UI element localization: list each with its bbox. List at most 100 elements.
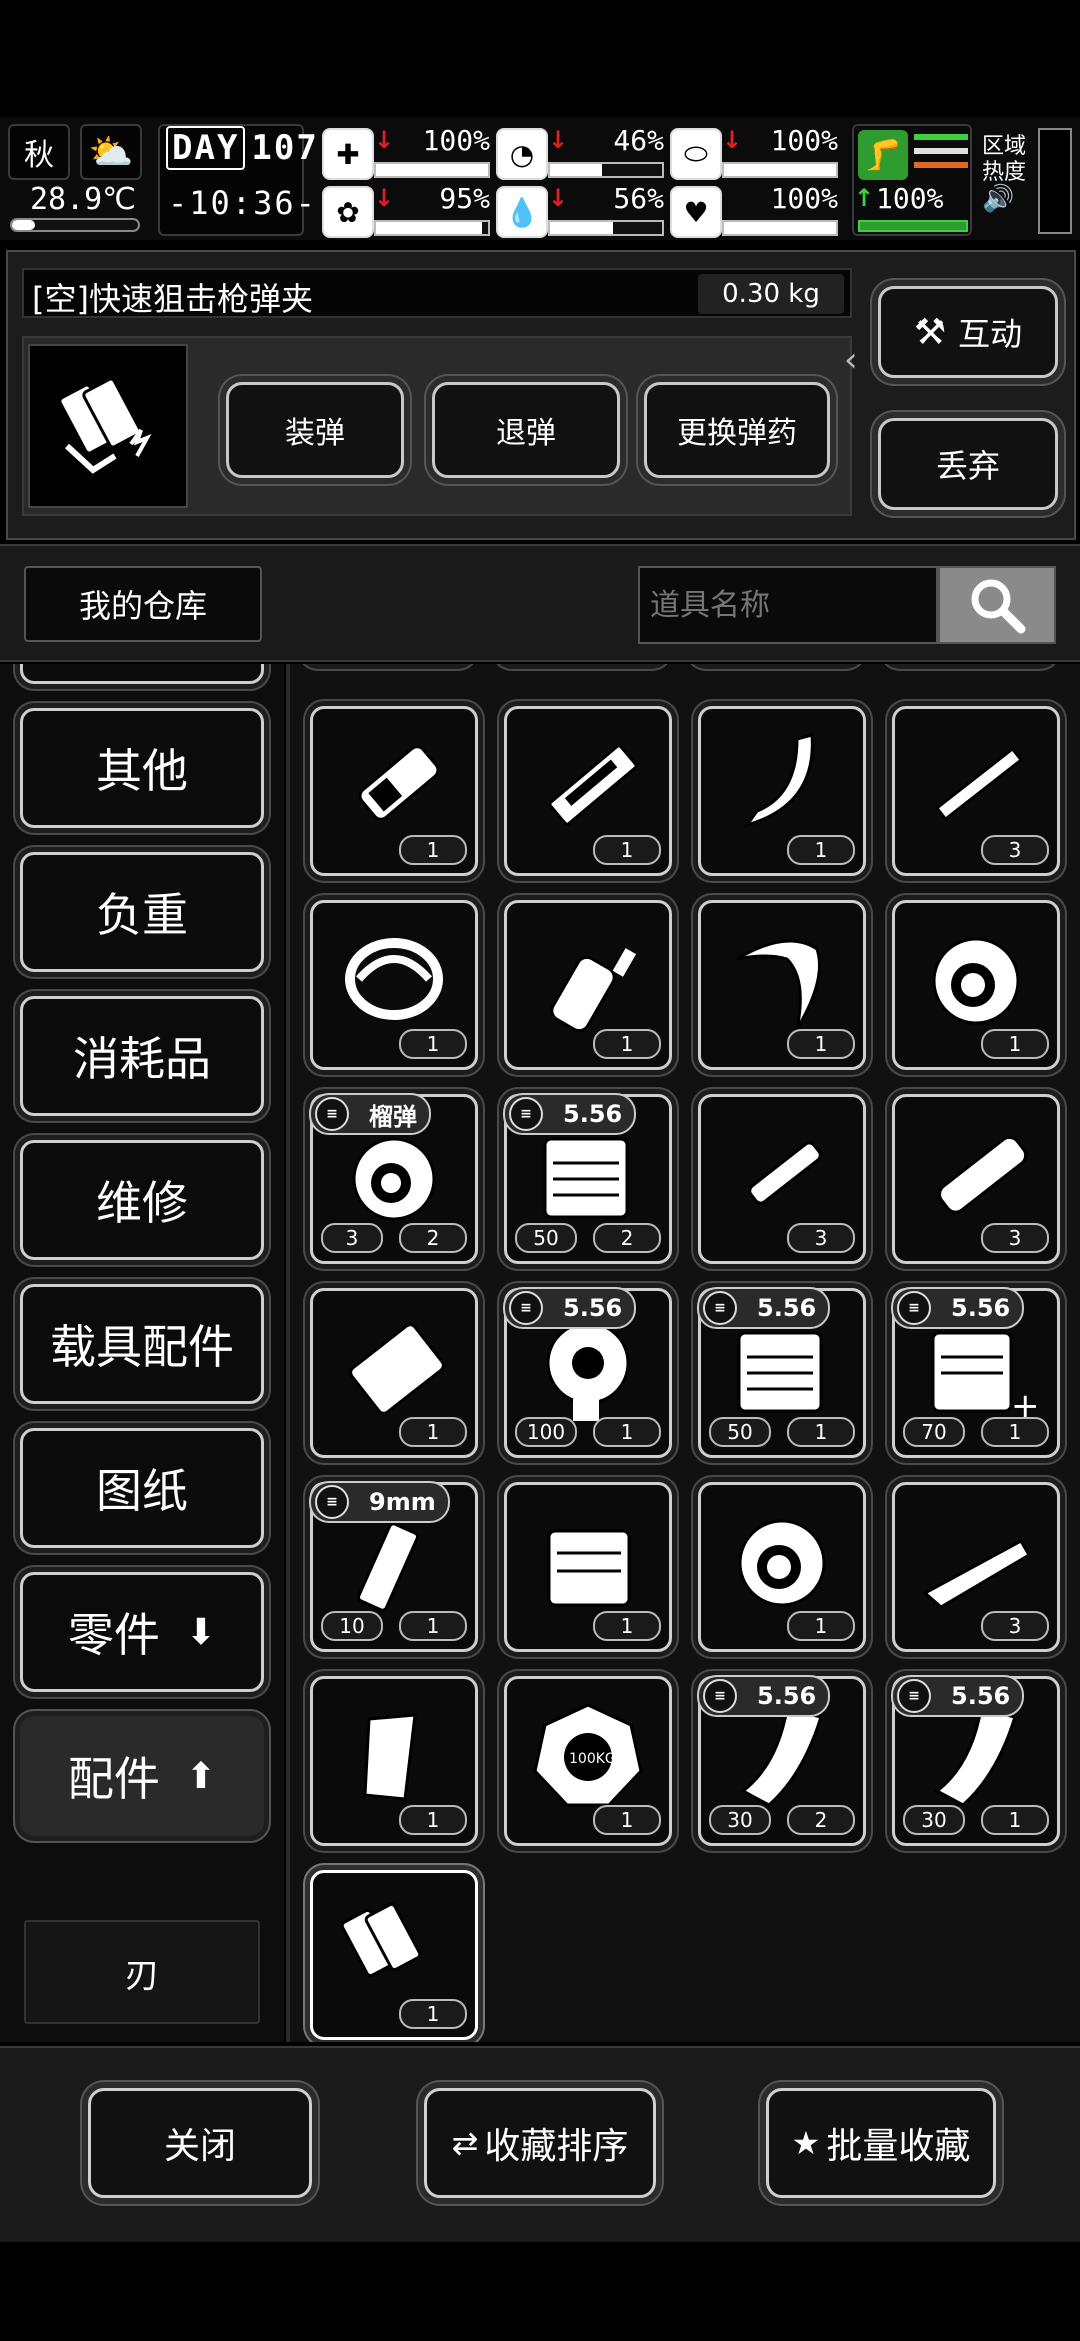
inventory-slot[interactable]: 1 — [504, 900, 672, 1070]
item-search-input[interactable] — [638, 566, 938, 644]
item-name: [空]快速狙击枪弹夹 — [32, 280, 313, 318]
inventory-slot[interactable]: ≡ 5.56 100 1 — [503, 1287, 672, 1458]
stomach-icon: ◔ — [496, 128, 548, 180]
speaker-icon[interactable]: 🔊 — [982, 186, 1026, 212]
unload-ammo-button[interactable]: 退弹 — [432, 382, 620, 478]
leg-status: 🦵 ↑ 100% — [852, 124, 972, 236]
day-number: 107 — [251, 128, 319, 168]
inventory-slot[interactable]: ≡ 5.56 30 2 — [697, 1675, 866, 1846]
category-0[interactable]: 负重品 — [20, 664, 264, 684]
swap-arrows-icon: ⇄ — [451, 2124, 479, 2162]
category-blade[interactable]: 刃 — [24, 1920, 260, 2024]
vital-bar — [722, 220, 838, 236]
load-ammo-button[interactable]: 装弹 — [226, 382, 404, 478]
category-label: 载具配件 — [50, 1320, 234, 1374]
inventory-slot[interactable]: 3 — [892, 706, 1060, 876]
chevron-left-icon[interactable]: ‹ — [844, 340, 858, 380]
inventory-slot[interactable]: 100KG 1 — [504, 1676, 672, 1846]
category-3[interactable]: 消耗品 — [20, 996, 264, 1116]
inventory-slot[interactable]: ≡ 9mm 10 1 — [309, 1481, 478, 1652]
my-warehouse-tab[interactable]: 我的仓库 — [24, 566, 262, 642]
leg-icon: 🦵 — [858, 130, 908, 180]
item-detail-panel: [空]快速狙击枪弹夹 0.30 kg 装弹 退弹 更换弹药 ‹ ⚒ 互动 丢弃 — [6, 250, 1076, 540]
quantity-badge: 2 — [399, 1223, 467, 1253]
inventory-slot[interactable]: ≡ 5.56 50 1 — [697, 1287, 866, 1458]
zone-heat-label: 区域 热度 🔊 — [982, 134, 1026, 212]
drop-button[interactable]: 丢弃 — [878, 418, 1058, 510]
category-7[interactable]: 零件 ⬇ — [20, 1572, 264, 1692]
vital-percent: 100% — [770, 124, 838, 157]
bottom-action-bar: 关闭 ⇄ 收藏排序 ★ 批量收藏 — [0, 2046, 1080, 2242]
category-2[interactable]: 负重 — [20, 852, 264, 972]
svg-text:100KG: 100KG — [569, 1751, 616, 1767]
inventory-slot[interactable]: ≡ 榴弹 3 2 — [309, 1093, 478, 1264]
inventory-slot[interactable]: ≡ 5.56 50 2 — [503, 1093, 672, 1264]
swap-ammo-button[interactable]: 更换弹药 — [644, 382, 830, 478]
inventory-slot[interactable]: 1 — [698, 900, 866, 1070]
inventory-slot[interactable]: 1 — [310, 1288, 478, 1458]
ammo-count-badge: 50 — [709, 1417, 771, 1447]
weather-icon: ⛅ — [80, 124, 142, 180]
inventory-slot[interactable]: 1 — [310, 1870, 478, 2040]
inventory-slot[interactable]: 3 — [892, 1094, 1060, 1264]
vital-stat: ♥ 100% — [670, 182, 840, 238]
inventory-slot[interactable]: 1 — [698, 1482, 866, 1652]
ammo-count-badge: 3 — [321, 1223, 383, 1253]
batch-favorite-button[interactable]: ★ 批量收藏 — [766, 2088, 996, 2198]
drum-part-icon — [911, 919, 1041, 1037]
wood-stock-icon — [911, 1501, 1041, 1619]
leg-bar — [858, 220, 968, 232]
category-5[interactable]: 载具配件 — [20, 1284, 264, 1404]
heat-label-line1: 区域 — [982, 134, 1027, 159]
caliber-label: 5.56 — [757, 1294, 817, 1322]
ammo-type-icon: ≡ — [315, 1097, 349, 1131]
vital-percent: 100% — [422, 124, 490, 157]
vital-trend-arrow: ↓ — [722, 126, 743, 154]
caliber-label: 5.56 — [951, 1294, 1011, 1322]
barrel-short-icon — [717, 1113, 847, 1231]
inventory-slot[interactable]: 1 — [310, 706, 478, 876]
caliber-badge: ≡ 9mm — [309, 1481, 450, 1523]
inventory-slot[interactable]: + ≡ 5.56 70 1 — [891, 1287, 1060, 1458]
arrow-down-icon: ⬇ — [185, 1611, 217, 1653]
category-4[interactable]: 维修 — [20, 1140, 264, 1260]
quantity-badge: 1 — [787, 835, 855, 865]
inventory-slot[interactable]: 1 — [504, 1482, 672, 1652]
inventory-slot[interactable]: ≡ 5.56 30 1 — [891, 1675, 1060, 1846]
quantity-badge: 2 — [593, 1223, 661, 1253]
inventory-slot[interactable]: 1 — [310, 1676, 478, 1846]
category-1[interactable]: 其他 — [20, 708, 264, 828]
helmet-shell-icon — [329, 919, 459, 1037]
caliber-badge: ≡ 5.56 — [697, 1287, 831, 1329]
caliber-label: 5.56 — [563, 1100, 623, 1128]
category-6[interactable]: 图纸 — [20, 1428, 264, 1548]
caliber-label: 5.56 — [563, 1294, 623, 1322]
zone-heat-bar — [1038, 128, 1072, 234]
caliber-badge: ≡ 5.56 — [503, 1093, 637, 1135]
close-button[interactable]: 关闭 — [88, 2088, 312, 2198]
inventory-slot[interactable]: 1 — [504, 706, 672, 876]
inventory-grid: 1 1 1 3 1 1 1 1 ≡ 榴弹 3 2 ≡ 5.56 50 2 3 3 1 ≡ 5.56 100 1 ≡ 5.56 50… — [286, 664, 1080, 2042]
caliber-badge: ≡ 榴弹 — [309, 1093, 431, 1135]
category-label: 图纸 — [96, 1464, 188, 1518]
category-sidebar: 负重品其他负重消耗品维修载具配件图纸零件 ⬇ 配件 ⬆ 刃 — [0, 664, 284, 2042]
ammo-count-badge: 10 — [321, 1611, 383, 1641]
vital-stat: ⬭ ↓ 100% — [670, 124, 840, 180]
inventory-slot[interactable]: 1 — [310, 900, 478, 1070]
search-button[interactable] — [938, 566, 1056, 644]
inventory-slot[interactable]: 1 — [892, 900, 1060, 1070]
thermometer-icon — [10, 218, 140, 232]
vital-bar — [374, 220, 490, 236]
quantity-badge: 1 — [787, 1611, 855, 1641]
inventory-slot[interactable]: 3 — [698, 1094, 866, 1264]
inventory-slot[interactable]: 3 — [892, 1482, 1060, 1652]
caliber-badge: ≡ 5.56 — [697, 1675, 831, 1717]
category-8[interactable]: 配件 ⬆ — [20, 1716, 264, 1836]
game-time: -10:36- — [168, 184, 317, 222]
rail-mount-icon — [523, 725, 653, 843]
quantity-badge: 1 — [787, 1417, 855, 1447]
inventory-slot[interactable]: 1 — [698, 706, 866, 876]
interact-button[interactable]: ⚒ 互动 — [878, 286, 1058, 378]
favorite-sort-button[interactable]: ⇄ 收藏排序 — [424, 2088, 656, 2198]
season-text: 秋 — [24, 138, 54, 173]
